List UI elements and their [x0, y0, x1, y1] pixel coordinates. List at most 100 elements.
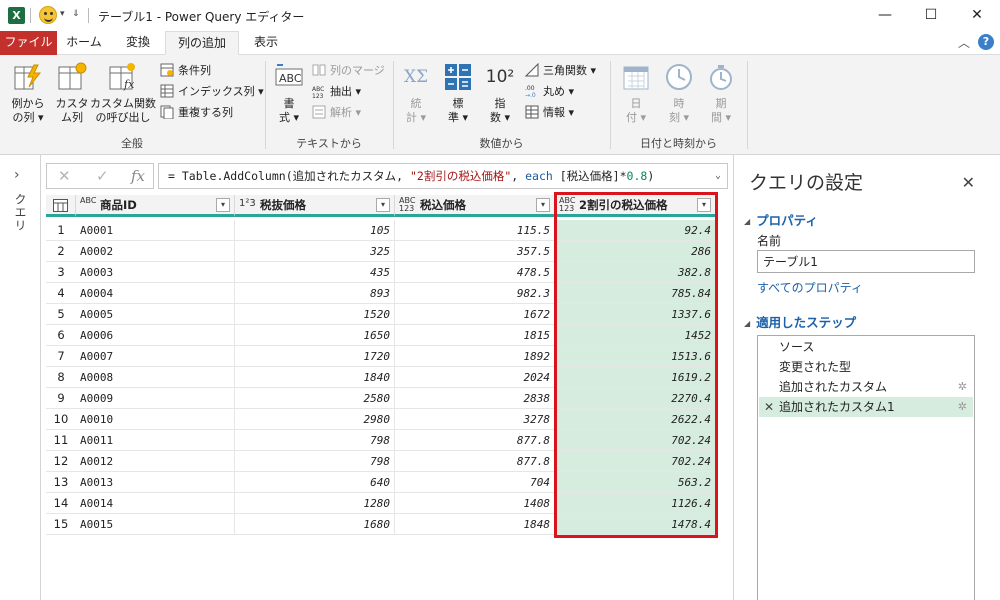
- applied-step-selected[interactable]: ✕ 追加されたカスタム1 ✲: [759, 397, 973, 417]
- row-number[interactable]: 5: [46, 304, 76, 325]
- table-cell[interactable]: 2270.4: [555, 388, 716, 409]
- custom-column-button[interactable]: カスタ ム列: [52, 61, 92, 125]
- table-cell[interactable]: 435: [235, 262, 395, 283]
- duration-button[interactable]: 期 間 ▾: [702, 61, 740, 125]
- expand-queries-icon[interactable]: ›: [14, 167, 20, 183]
- row-number[interactable]: 13: [46, 472, 76, 493]
- tab-view[interactable]: 表示: [239, 31, 293, 55]
- column-header[interactable]: ABC 商品ID ▾: [76, 195, 235, 217]
- filter-dropdown-icon[interactable]: ▾: [216, 198, 230, 212]
- format-button[interactable]: ABC 書 式 ▾: [270, 61, 308, 125]
- table-cell[interactable]: 1520: [235, 304, 395, 325]
- any-type-icon[interactable]: ABC 123: [399, 197, 415, 213]
- applied-step[interactable]: 変更された型: [759, 357, 973, 377]
- row-number[interactable]: 1: [46, 220, 76, 241]
- table-cell[interactable]: 1408: [395, 493, 555, 514]
- formula-input[interactable]: = Table.AddColumn(追加されたカスタム, "2割引の税込価格",…: [158, 163, 728, 189]
- statistics-button[interactable]: XΣ 統 計 ▾: [398, 61, 434, 125]
- table-cell[interactable]: 1619.2: [555, 367, 716, 388]
- table-cell[interactable]: 1513.6: [555, 346, 716, 367]
- table-cell[interactable]: 478.5: [395, 262, 555, 283]
- table-cell[interactable]: 785.84: [555, 283, 716, 304]
- column-from-examples-button[interactable]: 例から の列 ▾: [6, 61, 50, 125]
- filter-dropdown-icon[interactable]: ▾: [376, 198, 390, 212]
- table-cell[interactable]: A0007: [76, 346, 235, 367]
- row-number[interactable]: 8: [46, 367, 76, 388]
- column-header-selected[interactable]: ABC 123 2割引の税込価格 ▾: [555, 195, 716, 217]
- table-cell[interactable]: 105: [235, 220, 395, 241]
- table-cell[interactable]: 1848: [395, 514, 555, 535]
- table-cell[interactable]: A0015: [76, 514, 235, 535]
- table-cell[interactable]: 1892: [395, 346, 555, 367]
- properties-section-header[interactable]: プロパティ: [744, 210, 818, 229]
- table-cell[interactable]: 982.3: [395, 283, 555, 304]
- table-cell[interactable]: 640: [235, 472, 395, 493]
- standard-button[interactable]: 標 準 ▾: [440, 61, 476, 125]
- table-cell[interactable]: 798: [235, 451, 395, 472]
- table-cell[interactable]: 286: [555, 241, 716, 262]
- table-cell[interactable]: A0011: [76, 430, 235, 451]
- applied-step[interactable]: ソース: [759, 337, 973, 357]
- table-cell[interactable]: 2838: [395, 388, 555, 409]
- scientific-button[interactable]: 10² 指 数 ▾: [482, 61, 518, 125]
- all-properties-link[interactable]: すべてのプロパティ: [757, 279, 863, 296]
- tab-home[interactable]: ホーム: [57, 31, 111, 55]
- table-cell[interactable]: 1280: [235, 493, 395, 514]
- table-cell[interactable]: 1680: [235, 514, 395, 535]
- table-cell[interactable]: 1452: [555, 325, 716, 346]
- table-cell[interactable]: A0005: [76, 304, 235, 325]
- invoke-custom-function-button[interactable]: fx カスタム関数 の呼び出し: [90, 61, 156, 125]
- filter-dropdown-icon[interactable]: ▾: [697, 198, 711, 212]
- column-header[interactable]: 1²3 税抜価格 ▾: [235, 195, 395, 217]
- maximize-button[interactable]: ☐: [908, 0, 954, 31]
- filter-dropdown-icon[interactable]: ▾: [536, 198, 550, 212]
- table-cell[interactable]: A0006: [76, 325, 235, 346]
- table-menu-button[interactable]: [46, 195, 76, 217]
- table-cell[interactable]: 1840: [235, 367, 395, 388]
- table-cell[interactable]: 1126.4: [555, 493, 716, 514]
- merge-columns-button[interactable]: 列のマージ: [312, 62, 385, 80]
- table-cell[interactable]: 1672: [395, 304, 555, 325]
- tab-transform[interactable]: 変換: [111, 31, 165, 55]
- minimize-button[interactable]: —: [862, 0, 908, 31]
- duplicate-column-button[interactable]: 重複する列: [160, 104, 233, 122]
- confirm-formula-icon[interactable]: ✓: [96, 167, 109, 185]
- table-cell[interactable]: 1815: [395, 325, 555, 346]
- table-cell[interactable]: 382.8: [555, 262, 716, 283]
- row-number[interactable]: 15: [46, 514, 76, 535]
- rounding-button[interactable]: .00 →.0 丸め ▾: [525, 83, 574, 101]
- table-cell[interactable]: 1720: [235, 346, 395, 367]
- table-cell[interactable]: 877.8: [395, 451, 555, 472]
- row-number[interactable]: 14: [46, 493, 76, 514]
- time-button[interactable]: 時 刻 ▾: [660, 61, 698, 125]
- table-cell[interactable]: A0008: [76, 367, 235, 388]
- row-number[interactable]: 10: [46, 409, 76, 430]
- date-button[interactable]: 日 付 ▾: [617, 61, 655, 125]
- smiley-icon[interactable]: [39, 6, 57, 24]
- table-cell[interactable]: 115.5: [395, 220, 555, 241]
- row-number[interactable]: 11: [46, 430, 76, 451]
- table-cell[interactable]: 357.5: [395, 241, 555, 262]
- table-cell[interactable]: 877.8: [395, 430, 555, 451]
- text-type-icon[interactable]: ABC: [80, 197, 96, 205]
- row-number[interactable]: 7: [46, 346, 76, 367]
- table-cell[interactable]: 92.4: [555, 220, 716, 241]
- expand-formula-icon[interactable]: ⌄: [715, 164, 721, 188]
- parse-button[interactable]: 解析 ▾: [312, 104, 361, 122]
- table-cell[interactable]: 1337.6: [555, 304, 716, 325]
- row-number[interactable]: 4: [46, 283, 76, 304]
- tab-file[interactable]: ファイル: [0, 31, 57, 55]
- table-cell[interactable]: 2980: [235, 409, 395, 430]
- row-number[interactable]: 12: [46, 451, 76, 472]
- table-cell[interactable]: 702.24: [555, 430, 716, 451]
- table-cell[interactable]: 2622.4: [555, 409, 716, 430]
- table-cell[interactable]: A0001: [76, 220, 235, 241]
- table-cell[interactable]: 2580: [235, 388, 395, 409]
- conditional-column-button[interactable]: 条件列: [160, 62, 211, 80]
- table-cell[interactable]: A0009: [76, 388, 235, 409]
- table-cell[interactable]: A0014: [76, 493, 235, 514]
- applied-steps-section-header[interactable]: 適用したステップ: [744, 312, 856, 331]
- table-cell[interactable]: 1650: [235, 325, 395, 346]
- delete-step-icon[interactable]: ✕: [764, 397, 774, 417]
- table-cell[interactable]: 325: [235, 241, 395, 262]
